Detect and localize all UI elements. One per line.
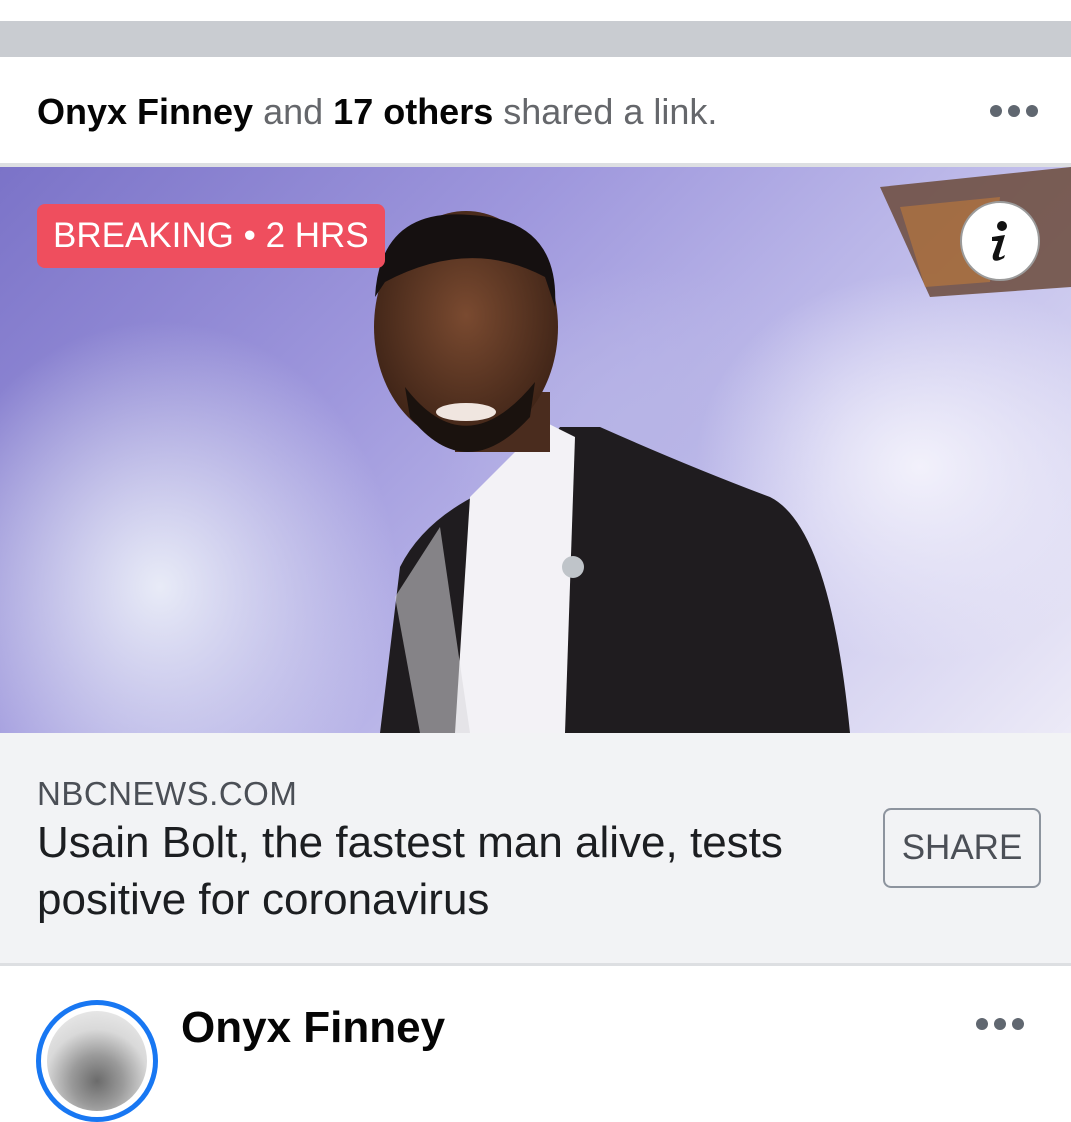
avatar[interactable] bbox=[36, 1000, 158, 1122]
dot bbox=[1008, 105, 1020, 117]
info-glyph-icon bbox=[992, 221, 1007, 261]
more-options-icon[interactable] bbox=[990, 105, 1038, 117]
link-domain: NBCNEWS.COM bbox=[37, 775, 298, 812]
share-button[interactable]: SHARE bbox=[883, 808, 1041, 888]
dot bbox=[1012, 1018, 1024, 1030]
share-story-text: Onyx Finney and 17 others shared a link. bbox=[37, 88, 717, 136]
dot bbox=[994, 1018, 1006, 1030]
post-author-name[interactable]: Onyx Finney bbox=[181, 1003, 445, 1053]
feed-divider bbox=[0, 21, 1071, 57]
conjunction-text: and bbox=[263, 91, 324, 132]
link-headline[interactable]: Usain Bolt, the fastest man alive, tests… bbox=[37, 814, 857, 928]
action-text: shared a link. bbox=[503, 91, 718, 132]
avatar-photo bbox=[47, 1011, 147, 1111]
dot bbox=[976, 1018, 988, 1030]
breaking-badge: BREAKING • 2 HRS bbox=[37, 204, 385, 268]
dot bbox=[1026, 105, 1038, 117]
top-blank-area bbox=[0, 0, 1071, 21]
post-separator bbox=[0, 963, 1071, 966]
actor-name-link[interactable]: Onyx Finney bbox=[37, 91, 253, 132]
dot bbox=[990, 105, 1002, 117]
info-icon[interactable] bbox=[960, 201, 1040, 281]
more-options-icon[interactable] bbox=[976, 1018, 1024, 1030]
others-link[interactable]: 17 others bbox=[333, 91, 493, 132]
